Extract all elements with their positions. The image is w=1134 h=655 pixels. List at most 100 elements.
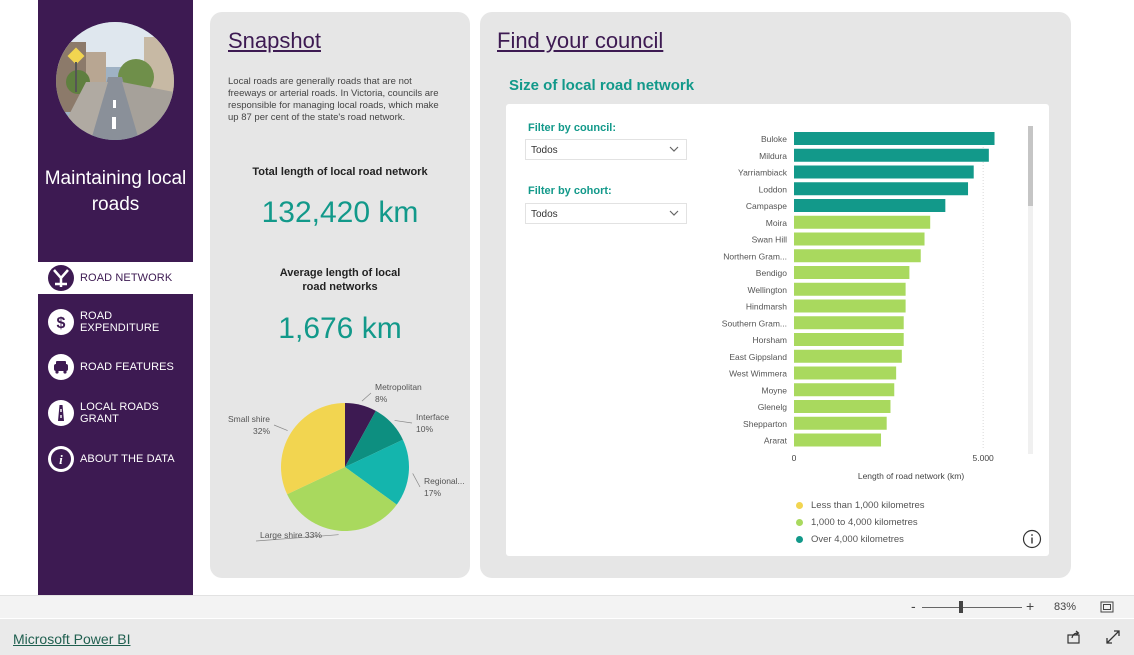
nav-item-road-expenditure[interactable]: $ ROAD EXPENDITURE bbox=[38, 306, 193, 338]
chevron-down-icon bbox=[668, 207, 680, 222]
nav-item-label: LOCAL ROADS GRANT bbox=[80, 401, 159, 425]
nav-item-local-roads-grant[interactable]: LOCAL ROADS GRANT bbox=[38, 397, 193, 429]
pie-leader-line bbox=[394, 420, 413, 424]
zoom-in-button[interactable]: + bbox=[1026, 598, 1034, 614]
average-length-label-line1: Average length of local bbox=[279, 267, 401, 279]
nav-item-about-the-data[interactable]: i ABOUT THE DATA bbox=[38, 443, 193, 475]
find-council-panel: Find your council Size of local road net… bbox=[480, 12, 1071, 578]
bar[interactable] bbox=[794, 232, 925, 246]
info-icon: i bbox=[47, 445, 75, 473]
bar[interactable] bbox=[794, 433, 882, 447]
y-category-label: Moira bbox=[766, 218, 788, 228]
legend-label: 1,000 to 4,000 kilometres bbox=[811, 517, 918, 528]
pie-slice-percent: 17% bbox=[424, 488, 441, 498]
bar[interactable] bbox=[794, 249, 921, 263]
snapshot-title[interactable]: Snapshot bbox=[228, 28, 321, 54]
total-length-label: Total length of local road network bbox=[252, 166, 428, 178]
cohort-pie-chart[interactable]: Metropolitan 8% Interface 10% Regional... 17%… bbox=[210, 372, 470, 552]
legend-label: Less than 1,000 kilometres bbox=[811, 500, 925, 511]
zoom-slider-thumb[interactable] bbox=[959, 601, 963, 613]
y-category-label: Loddon bbox=[759, 184, 788, 194]
info-icon[interactable] bbox=[1022, 529, 1042, 549]
filter-cohort-dropdown[interactable]: Todos bbox=[525, 203, 687, 224]
nav-title: Maintaining local roads bbox=[44, 168, 187, 215]
pie-slice-label: Interface bbox=[416, 412, 449, 422]
nav-item-label: ROAD FEATURES bbox=[80, 361, 174, 373]
bar[interactable] bbox=[794, 132, 995, 145]
filter-cohort-value: Todos bbox=[531, 209, 558, 220]
chart-card: Filter by council: Todos Filter by cohor… bbox=[506, 104, 1049, 556]
bar[interactable] bbox=[794, 165, 974, 179]
bar[interactable] bbox=[794, 282, 906, 296]
nav-item-label: ROAD EXPENDITURE bbox=[80, 310, 160, 334]
bar[interactable] bbox=[794, 349, 902, 363]
bar[interactable] bbox=[794, 199, 946, 212]
pie-slice-percent: 10% bbox=[416, 424, 433, 434]
pie-slice-percent: 32% bbox=[253, 426, 270, 436]
bar[interactable] bbox=[794, 299, 906, 313]
average-length-label-line2: road networks bbox=[302, 281, 378, 293]
fit-to-page-icon[interactable] bbox=[1100, 600, 1114, 618]
nav-item-road-features[interactable]: ROAD FEATURES bbox=[38, 351, 193, 383]
scrollbar-thumb[interactable] bbox=[1028, 126, 1033, 206]
bar[interactable] bbox=[794, 182, 969, 196]
report-canvas: Maintaining local roads ROAD NETWORK $ R… bbox=[0, 0, 1134, 655]
pie-slice-label: Small shire bbox=[228, 414, 270, 424]
legend-dot bbox=[796, 502, 803, 509]
nav-item-road-network[interactable]: ROAD NETWORK bbox=[38, 262, 193, 294]
bar[interactable] bbox=[794, 333, 904, 346]
chart-subtitle: Size of local road network bbox=[509, 77, 695, 94]
share-icon[interactable] bbox=[1066, 629, 1082, 650]
road-photo bbox=[56, 22, 174, 140]
snapshot-panel: Snapshot Local roads are generally roads… bbox=[210, 12, 470, 578]
bar[interactable] bbox=[794, 148, 989, 162]
fullscreen-icon[interactable] bbox=[1105, 629, 1121, 650]
chart-legend: Less than 1,000 kilometres 1,000 to 4,00… bbox=[796, 497, 925, 548]
y-category-label: Bendigo bbox=[756, 268, 787, 278]
y-category-label: Hindmarsh bbox=[746, 302, 787, 312]
y-category-label: East Gippsland bbox=[729, 352, 787, 362]
bar[interactable] bbox=[794, 215, 931, 229]
road-network-icon bbox=[47, 264, 75, 292]
chart-scrollbar[interactable] bbox=[1028, 126, 1033, 454]
average-length-value: 1,676 km bbox=[278, 312, 402, 345]
pie-slice-label: Metropolitan bbox=[375, 382, 422, 392]
bar[interactable] bbox=[794, 416, 887, 430]
bar[interactable] bbox=[794, 316, 904, 330]
y-category-label: Horsham bbox=[753, 335, 787, 345]
pie-leader-line bbox=[412, 473, 421, 488]
snapshot-description: Local roads are generally roads that are… bbox=[228, 76, 439, 123]
zoom-bar: - + 83% bbox=[0, 595, 1134, 618]
pie-leader-line bbox=[361, 392, 372, 402]
bar[interactable] bbox=[794, 366, 897, 380]
filter-council-label: Filter by council: bbox=[528, 122, 617, 134]
nav-item-label: ROAD NETWORK bbox=[80, 272, 173, 284]
filter-council-dropdown[interactable]: Todos bbox=[525, 139, 687, 160]
footer-bar: Microsoft Power BI bbox=[0, 619, 1134, 655]
chevron-down-icon bbox=[668, 143, 680, 158]
y-category-label: Buloke bbox=[761, 134, 787, 144]
find-council-title[interactable]: Find your council bbox=[497, 28, 663, 54]
road-grant-icon bbox=[47, 399, 75, 427]
road-network-bar-chart[interactable]: 0 5.000 Buloke Mildura Yarriambiack Loddon Cam… bbox=[696, 122, 1036, 482]
legend-label: Over 4,000 kilometres bbox=[811, 534, 904, 545]
bar[interactable] bbox=[794, 383, 895, 397]
y-category-label: Mildura bbox=[759, 151, 787, 161]
y-category-label: Wellington bbox=[747, 285, 787, 295]
bar[interactable] bbox=[794, 400, 891, 413]
y-category-label: Shepparton bbox=[743, 419, 787, 429]
left-nav: Maintaining local roads ROAD NETWORK $ R… bbox=[38, 0, 193, 595]
bar[interactable] bbox=[794, 266, 910, 279]
y-category-label: Southern Gram... bbox=[722, 318, 787, 328]
zoom-slider-track[interactable] bbox=[922, 607, 1022, 608]
pie-slice-label: Regional... bbox=[424, 476, 465, 486]
legend-item: Less than 1,000 kilometres bbox=[796, 497, 925, 514]
legend-dot bbox=[796, 519, 803, 526]
filter-council-value: Todos bbox=[531, 145, 558, 156]
x-axis-title: Length of road network (km) bbox=[858, 471, 964, 481]
pie-slice-percent: 8% bbox=[375, 394, 388, 404]
pie-slice-label: Large shire 33% bbox=[260, 530, 322, 540]
power-bi-link[interactable]: Microsoft Power BI bbox=[13, 631, 130, 647]
car-icon bbox=[47, 353, 75, 381]
zoom-out-button[interactable]: - bbox=[911, 598, 916, 614]
